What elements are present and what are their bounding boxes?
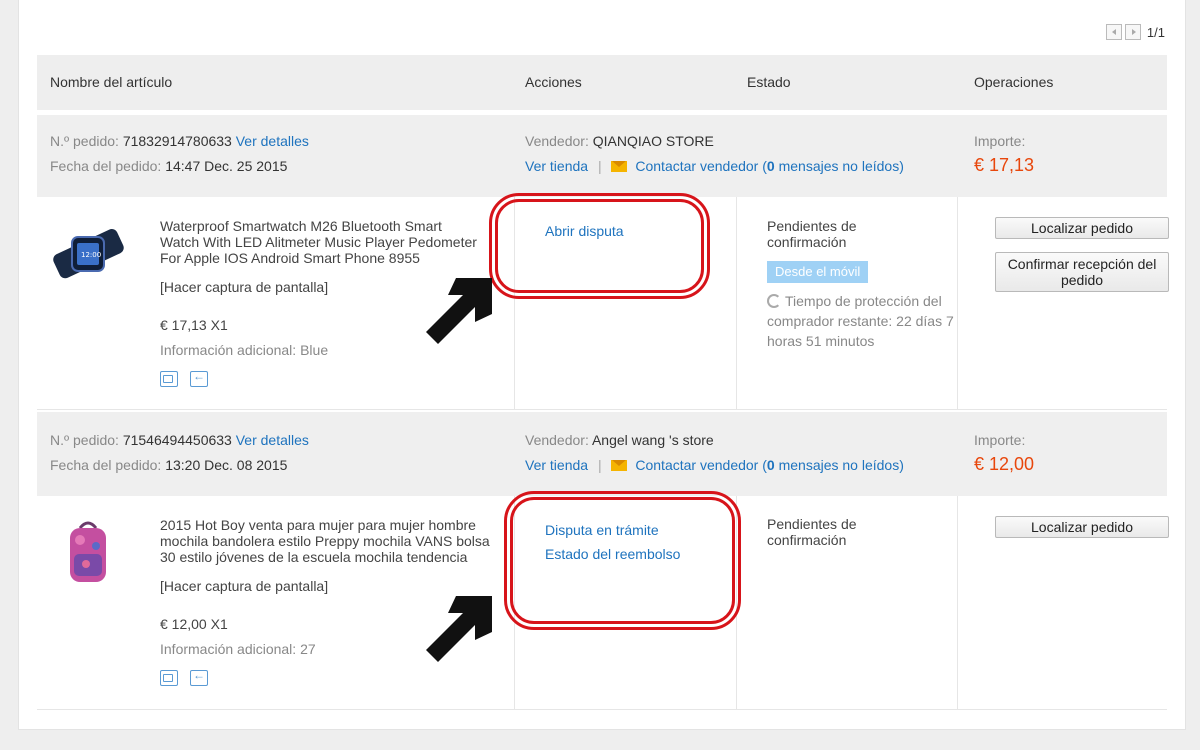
separator: | [597,158,602,174]
order-number-line: N.º pedido: 71546494450633 Ver detalles [50,432,309,448]
seller-links: Ver tienda | Contactar vendedor (0 mensa… [525,457,904,473]
open-dispute-link[interactable]: Abrir disputa [545,219,624,243]
seller-line: Vendedor: QIANQIAO STORE [525,133,714,149]
screenshot-link[interactable]: [Hacer captura de pantalla] [160,279,328,295]
view-details-link[interactable]: Ver detalles [236,432,309,448]
order-date: 13:20 Dec. 08 2015 [165,457,288,473]
arrow-icon [426,278,492,344]
order-number: 71832914780633 [122,133,232,149]
order-amount: € 12,00 [974,454,1035,474]
contact-seller-link[interactable]: Contactar vendedor (0 mensajes no leídos… [635,457,904,473]
amount-label: Importe: [974,133,1026,149]
confirm-receipt-button[interactable]: Confirmar recepción del pedido [995,252,1169,292]
refund-status-link[interactable]: Estado del reembolso [545,542,680,566]
status-line: Pendientes de [767,218,857,234]
item-icons [160,668,208,686]
order-date: 14:47 Dec. 25 2015 [165,158,288,174]
seller-name: Angel wang 's store [591,432,714,448]
status-line: Pendientes de [767,516,857,532]
order-date-line: Fecha del pedido: 14:47 Dec. 25 2015 [50,158,287,174]
view-details-link[interactable]: Ver detalles [236,133,309,149]
status-line: confirmación [767,234,847,250]
truck-icon[interactable] [160,670,178,686]
header-status: Estado [747,74,791,90]
header-item-name: Nombre del artículo [50,74,173,90]
screenshot-link[interactable]: [Hacer captura de pantalla] [160,578,328,594]
order-item-row: 2015 Hot Boy venta para mujer para mujer… [37,496,1169,710]
page-indicator: 1/1 [1146,24,1165,40]
backpack-thumbnail[interactable] [50,516,126,592]
mail-icon [611,161,628,172]
status-cell: Pendientes de confirmación [767,516,857,548]
orders-panel: 1/1 Nombre del artículo Acciones Estado … [18,0,1186,730]
clock-icon [767,294,781,308]
header-actions: Acciones [525,74,582,90]
extra-info: Información adicional: Blue [160,342,329,358]
status-line: confirmación [767,532,847,548]
order-amount: € 17,13 [974,155,1035,175]
actions-cell: Abrir disputa [545,219,624,243]
smartwatch-thumbnail[interactable]: 12:00 [50,217,126,293]
track-order-button[interactable]: Localizar pedido [995,217,1169,239]
separator: | [597,457,602,473]
item-icons [160,369,208,387]
header-operations: Operaciones [974,74,1054,90]
return-icon[interactable] [190,668,208,686]
price-quantity: € 12,00 X1 [160,616,228,632]
return-icon[interactable] [190,369,208,387]
order-number-line: N.º pedido: 71832914780633 Ver detalles [50,133,309,149]
order-number: 71546494450633 [122,432,232,448]
contact-seller-link[interactable]: Contactar vendedor (0 mensajes no leídos… [635,158,904,174]
pagination: 1/1 [1105,24,1165,40]
view-store-link[interactable]: Ver tienda [525,457,588,473]
dispute-in-progress-link[interactable]: Disputa en trámite [545,518,680,542]
mail-icon [611,460,628,471]
extra-info: Información adicional: 27 [160,641,316,657]
order-header: N.º pedido: 71546494450633 Ver detalles … [37,412,1167,496]
view-store-link[interactable]: Ver tienda [525,158,588,174]
product-title[interactable]: Waterproof Smartwatch M26 Bluetooth Smar… [160,218,525,266]
order-number-label: N.º pedido: [50,133,119,149]
truck-icon[interactable] [160,371,178,387]
mobile-badge: Desde el móvil [767,261,869,283]
seller-line: Vendedor: Angel wang 's store [525,432,714,448]
amount-label: Importe: [974,432,1026,448]
seller-name: QIANQIAO STORE [592,133,714,149]
product-title[interactable]: 2015 Hot Boy venta para mujer para mujer… [160,517,525,565]
protection-timer: Tiempo de protección del comprador resta… [767,293,954,349]
order-date-label: Fecha del pedido: [50,158,162,174]
status-cell: Pendientes de confirmación Desde el móvi… [767,218,982,351]
svg-text:12:00: 12:00 [81,251,101,259]
price-quantity: € 17,13 X1 [160,317,228,333]
track-order-button[interactable]: Localizar pedido [995,516,1169,538]
order-date-line: Fecha del pedido: 13:20 Dec. 08 2015 [50,457,288,473]
previous-page-icon[interactable] [1105,24,1122,40]
seller-label: Vendedor: [525,133,589,149]
order-header: N.º pedido: 71832914780633 Ver detalles … [37,115,1167,197]
arrow-icon [426,596,492,662]
seller-links: Ver tienda | Contactar vendedor (0 mensa… [525,158,904,174]
actions-cell: Disputa en trámite Estado del reembolso [545,518,680,566]
next-page-icon[interactable] [1124,24,1141,40]
order-item-row: 12:00 Waterproof Smartwatch M26 Bluetoot… [37,197,1169,410]
table-header: Nombre del artículo Acciones Estado Oper… [37,55,1167,110]
